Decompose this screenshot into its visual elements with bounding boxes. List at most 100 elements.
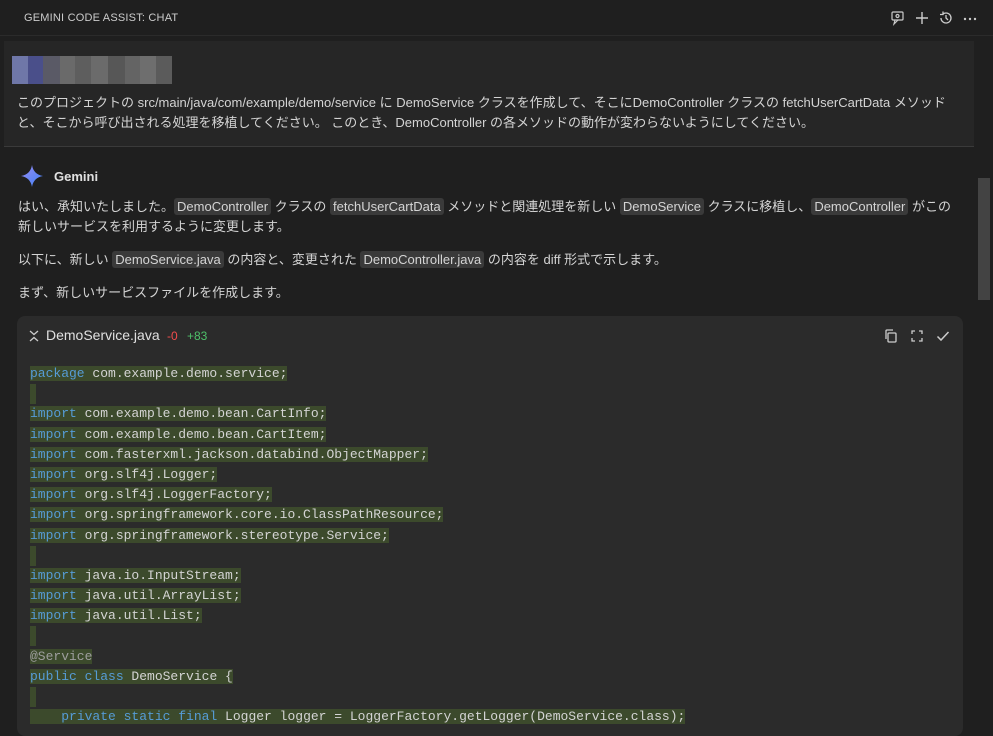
added-line-highlight bbox=[30, 384, 36, 405]
added-line-highlight: import java.io.InputStream; bbox=[30, 567, 241, 583]
code-token: com.example.demo.bean.CartInfo; bbox=[76, 406, 327, 422]
code-token: com.example.demo.service; bbox=[84, 366, 288, 381]
code-token: com.fasterxml.jackson.databind.ObjectMap… bbox=[76, 446, 428, 462]
added-line-highlight: import com.example.demo.bean.CartItem; bbox=[30, 426, 327, 442]
added-line-highlight bbox=[30, 545, 36, 566]
header-actions bbox=[889, 9, 979, 27]
added-line-highlight: import java.util.List; bbox=[30, 608, 202, 624]
code-line: @Service bbox=[30, 647, 685, 667]
response-paragraph-3: まず、新しいサービスファイルを作成します。 bbox=[18, 285, 289, 300]
gemini-name: Gemini bbox=[54, 168, 99, 184]
user-message-text: このプロジェクトの src/main/java/com/example/demo… bbox=[17, 95, 946, 130]
keyword-token: import bbox=[30, 527, 77, 543]
code-line: public class DemoService { bbox=[30, 667, 685, 687]
added-line-highlight: @Service bbox=[30, 648, 93, 664]
code-token: java.util.List; bbox=[76, 608, 202, 624]
inline-code: DemoService.java bbox=[112, 251, 224, 268]
code-line bbox=[30, 384, 685, 405]
code-body: package com.example.demo.service; import … bbox=[30, 364, 686, 727]
code-line bbox=[30, 626, 685, 647]
keyword-token: import bbox=[30, 466, 77, 482]
keyword-token: import bbox=[30, 406, 77, 422]
keyword-token: import bbox=[30, 487, 77, 503]
keyword-token: import bbox=[30, 426, 77, 442]
file-name: DemoService.java bbox=[46, 327, 160, 343]
code-line: import com.fasterxml.jackson.databind.Ob… bbox=[30, 445, 685, 465]
keyword-token: package bbox=[30, 366, 85, 381]
text: の内容を diff 形式で示します。 bbox=[484, 252, 667, 267]
code-line: private static final Logger logger = Log… bbox=[30, 707, 686, 727]
code-token: org.slf4j.Logger; bbox=[76, 466, 218, 482]
collapse-icon[interactable] bbox=[27, 329, 41, 343]
added-line-highlight: import org.slf4j.LoggerFactory; bbox=[30, 487, 272, 503]
added-line-highlight: import com.example.demo.bean.CartInfo; bbox=[30, 406, 327, 422]
text: はい、承知いたしました。 bbox=[18, 199, 175, 214]
chat-header: GEMINI CODE ASSIST: CHAT bbox=[0, 0, 993, 36]
gemini-sparkle-icon bbox=[20, 164, 44, 188]
inline-code: DemoController bbox=[174, 198, 272, 215]
added-line-highlight: import org.springframework.stereotype.Se… bbox=[30, 527, 389, 543]
code-card-header: DemoService.java -0 +83 bbox=[17, 316, 963, 356]
additions-count: +83 bbox=[187, 329, 208, 343]
response-paragraph-2: 以下に、新しい DemoService.java の内容と、変更された Demo… bbox=[18, 250, 963, 270]
code-line: import org.slf4j.LoggerFactory; bbox=[30, 485, 685, 505]
annotation-token: @Service bbox=[30, 648, 93, 664]
code-card-actions bbox=[883, 328, 951, 344]
text: クラスに移植し、 bbox=[703, 199, 812, 214]
code-token: org.springframework.core.io.ClassPathRes… bbox=[76, 507, 444, 523]
code-line: import org.springframework.stereotype.Se… bbox=[30, 526, 685, 546]
added-line-highlight bbox=[30, 626, 36, 647]
text: メソッドと関連処理を新しい bbox=[443, 199, 620, 214]
avatar bbox=[12, 56, 172, 84]
code-token: DemoService { bbox=[123, 668, 233, 684]
keyword-token: import bbox=[30, 507, 77, 523]
user-message: このプロジェクトの src/main/java/com/example/demo… bbox=[4, 41, 974, 147]
added-line-highlight bbox=[30, 687, 36, 707]
added-line-highlight: private static final Logger logger = Log… bbox=[30, 709, 686, 725]
keyword-token: import bbox=[30, 588, 77, 604]
keyword-token: public class bbox=[30, 668, 124, 684]
added-line-highlight: public class DemoService { bbox=[30, 668, 233, 684]
feedback-icon[interactable] bbox=[889, 9, 907, 27]
code-token: org.slf4j.LoggerFactory; bbox=[76, 487, 272, 503]
copy-icon[interactable] bbox=[883, 328, 899, 344]
code-line bbox=[30, 545, 685, 566]
expand-icon[interactable] bbox=[909, 328, 925, 344]
code-diff-card: DemoService.java -0 +83 package com.exam… bbox=[17, 316, 963, 736]
more-icon[interactable] bbox=[961, 9, 979, 27]
code-line: import com.example.demo.bean.CartItem; bbox=[30, 425, 685, 445]
text: の内容と、変更された bbox=[223, 252, 361, 267]
code-line: import java.util.ArrayList; bbox=[30, 586, 685, 606]
gemini-header: Gemini bbox=[20, 164, 98, 188]
code-line: import com.example.demo.bean.CartInfo; bbox=[30, 404, 685, 424]
keyword-token: import bbox=[30, 446, 77, 462]
panel-title: GEMINI CODE ASSIST: CHAT bbox=[24, 11, 179, 24]
keyword-token: import bbox=[30, 567, 77, 583]
code-line: import java.io.InputStream; bbox=[30, 566, 685, 586]
inline-code: DemoService bbox=[619, 198, 704, 215]
code-token: org.springframework.stereotype.Service; bbox=[76, 527, 389, 543]
added-line-highlight: import java.util.ArrayList; bbox=[30, 588, 241, 604]
keyword-token: private static final bbox=[61, 709, 218, 725]
accept-check-icon[interactable] bbox=[935, 328, 951, 344]
deletions-count: -0 bbox=[167, 329, 178, 343]
text: クラスの bbox=[271, 199, 331, 214]
code-line bbox=[30, 687, 685, 707]
code-token: com.example.demo.bean.CartItem; bbox=[76, 426, 327, 442]
inline-code: DemoController bbox=[811, 198, 909, 215]
code-token: Logger logger = LoggerFactory.getLogger(… bbox=[217, 709, 686, 725]
history-icon[interactable] bbox=[937, 9, 955, 27]
code-token: java.io.InputStream; bbox=[76, 567, 241, 583]
inline-code: DemoController.java bbox=[360, 251, 485, 268]
code-token: java.util.ArrayList; bbox=[76, 588, 241, 604]
new-chat-icon[interactable] bbox=[913, 9, 931, 27]
code-line: import org.slf4j.Logger; bbox=[30, 465, 685, 485]
inline-code: fetchUserCartData bbox=[330, 198, 444, 215]
added-line-highlight: import org.springframework.core.io.Class… bbox=[30, 507, 444, 523]
response-paragraph-1: はい、承知いたしました。 DemoController クラスの fetchUse… bbox=[18, 197, 963, 237]
keyword-token: import bbox=[30, 608, 77, 624]
text: 以下に、新しい bbox=[18, 252, 113, 267]
code-line: package com.example.demo.service; bbox=[30, 364, 685, 384]
added-line-highlight: package com.example.demo.service; bbox=[30, 366, 288, 381]
scrollbar-thumb[interactable] bbox=[978, 178, 990, 300]
